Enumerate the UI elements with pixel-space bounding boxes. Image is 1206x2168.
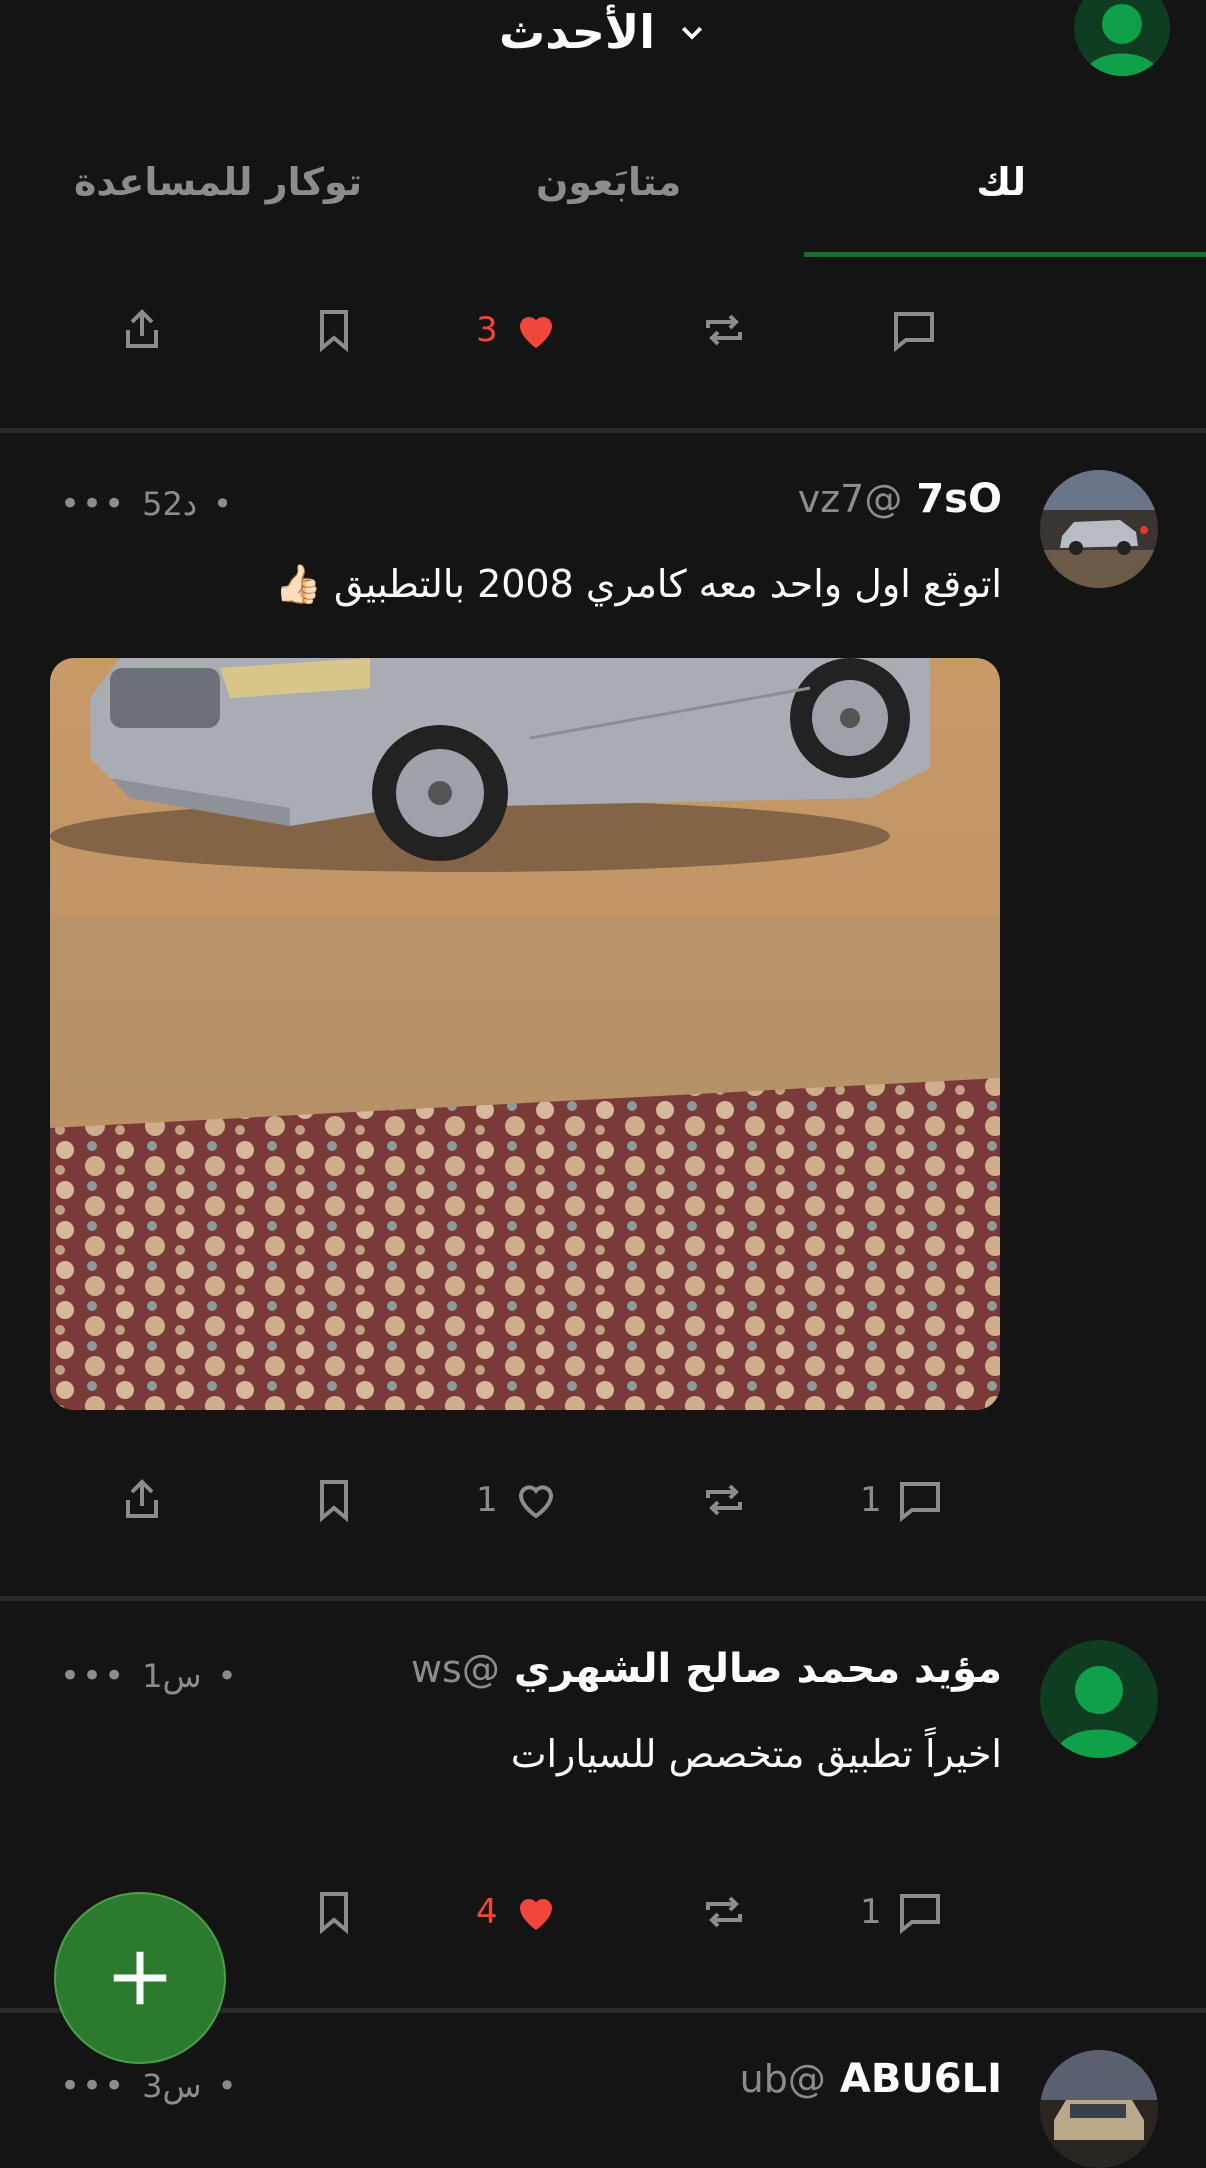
bookmark-button[interactable] — [310, 306, 358, 354]
feed-selector[interactable]: الأحدث — [0, 0, 1206, 64]
more-options-icon[interactable]: ••• — [60, 2066, 126, 2106]
tab-following[interactable]: متابَعون — [536, 160, 681, 204]
avatar[interactable] — [1040, 1640, 1158, 1758]
like-count: 4 — [476, 1892, 498, 1932]
repost-icon — [706, 314, 742, 346]
active-tab-indicator — [804, 252, 1206, 257]
comment-count: 1 — [860, 1892, 882, 1932]
post-time: 52د — [142, 485, 198, 523]
user-icon — [1084, 4, 1160, 76]
repost-button[interactable] — [700, 1476, 748, 1524]
avatar[interactable] — [1040, 470, 1158, 588]
post-actions: 3 — [0, 306, 1206, 386]
comment-icon — [894, 312, 934, 353]
bookmark-button[interactable] — [310, 1888, 358, 1936]
post-text: اخيراً تطبيق متخصص للسيارات — [510, 1732, 1002, 1776]
author-handle: ub@ — [739, 2057, 826, 2101]
bookmark-icon — [320, 310, 348, 353]
heart-filled-icon — [519, 317, 552, 348]
suv-avatar-image — [1040, 2050, 1158, 2168]
author-name: مؤيد محمد صالح الشهري — [513, 1646, 1002, 1692]
post-meta: ••• 1س • — [60, 1656, 237, 1696]
comment-icon — [899, 1894, 940, 1935]
post-actions: 1 1 — [0, 1476, 1206, 1556]
feed-title: الأحدث — [499, 5, 655, 59]
user-icon — [1054, 1666, 1144, 1758]
post-time: 1س — [142, 1657, 202, 1695]
plus-icon — [113, 1951, 167, 2005]
like-count: 1 — [476, 1480, 498, 1520]
like-button[interactable]: 4 — [476, 1888, 560, 1936]
more-options-icon[interactable]: ••• — [60, 484, 126, 524]
comment-icon — [899, 1482, 940, 1523]
author-handle: ws@ — [410, 1647, 500, 1691]
repost-icon — [706, 1484, 742, 1516]
car-on-sand-image — [50, 658, 1000, 1410]
repost-button[interactable] — [700, 306, 748, 354]
repost-icon — [706, 1896, 742, 1928]
tab-for-you[interactable]: لك — [976, 160, 1026, 204]
like-button[interactable]: 1 — [476, 1476, 560, 1524]
author-handle: vz7@ — [797, 477, 903, 521]
chevron-down-icon — [681, 26, 703, 40]
post-text: اتوقع اول واحد معه كامري 2008 بالتطبيق 👍… — [274, 562, 1002, 606]
heart-outline-icon — [518, 1485, 553, 1519]
post-divider — [0, 1596, 1206, 1601]
heart-filled-icon — [519, 1899, 552, 1930]
car-avatar-image — [1040, 470, 1158, 588]
bookmark-button[interactable] — [310, 1476, 358, 1524]
avatar[interactable] — [1040, 2050, 1158, 2168]
profile-avatar[interactable] — [1074, 0, 1170, 76]
share-button[interactable] — [118, 306, 166, 354]
bookmark-icon — [320, 1892, 348, 1935]
more-options-icon[interactable]: ••• — [60, 1656, 126, 1696]
share-button[interactable] — [118, 1476, 166, 1524]
comment-button[interactable]: 1 — [860, 1476, 944, 1524]
post-author[interactable]: vz7@ 7sO — [798, 476, 1002, 522]
post-time: 3س — [142, 2067, 202, 2105]
like-count: 3 — [476, 310, 498, 350]
post-author[interactable]: ws@ مؤيد محمد صالح الشهري — [411, 1646, 1002, 1692]
comment-button[interactable]: 1 — [860, 1888, 944, 1936]
repost-button[interactable] — [700, 1888, 748, 1936]
comment-count: 1 — [860, 1480, 882, 1520]
bookmark-icon — [320, 1480, 348, 1523]
author-name: ABU6LI — [839, 2056, 1002, 2102]
tab-tokar-help[interactable]: توكار للمساعدة — [74, 160, 362, 204]
like-button[interactable]: 3 — [476, 306, 560, 354]
post-divider — [0, 428, 1206, 433]
author-name: 7sO — [916, 476, 1002, 522]
post-image[interactable] — [50, 658, 1000, 1410]
post-author[interactable]: ub@ ABU6LI — [740, 2056, 1002, 2102]
comment-button[interactable] — [890, 306, 938, 354]
tab-bar: لك متابَعون توكار للمساعدة — [0, 130, 1206, 260]
share-icon — [126, 1479, 158, 1518]
post-meta: ••• 52د • — [60, 484, 233, 524]
post-meta: ••• 3س • — [60, 2066, 237, 2106]
compose-button[interactable] — [54, 1892, 226, 2064]
share-icon — [126, 309, 158, 348]
